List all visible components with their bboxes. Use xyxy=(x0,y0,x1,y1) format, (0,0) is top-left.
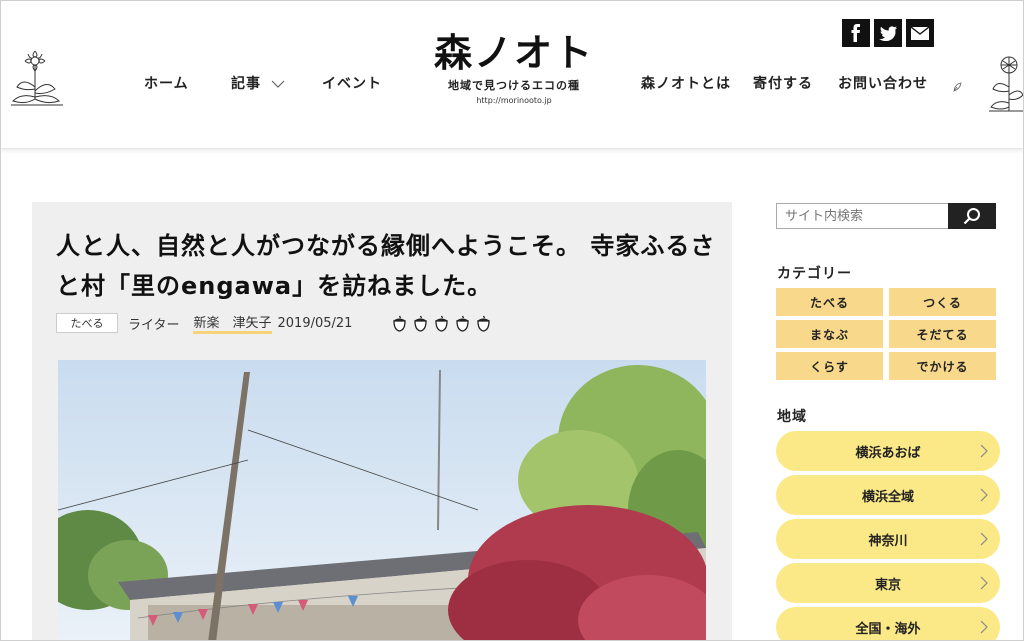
chevron-right-icon xyxy=(980,620,988,634)
category-heading: カテゴリー xyxy=(777,266,852,282)
writer-name-link[interactable]: 新楽 津矢子 xyxy=(193,312,272,334)
chevron-right-icon xyxy=(980,532,988,546)
dandelion-illustration-icon xyxy=(989,56,1023,112)
category-grid: たべる つくる まなぶ そだてる くらす でかける xyxy=(776,288,996,380)
acorn-icon xyxy=(435,315,449,332)
acorn-icon xyxy=(393,315,407,332)
article-title[interactable]: 人と人、自然と人がつながる縁側へようこそ。 寺家ふるさと村「里のengawa」を… xyxy=(56,226,716,306)
nav-contact[interactable]: お問い合わせ xyxy=(838,73,928,93)
facebook-icon xyxy=(851,24,860,42)
publish-date: 2019/05/21 xyxy=(277,315,353,331)
region-yokohama-all[interactable]: 横浜全域 xyxy=(776,475,1000,515)
region-tokyo[interactable]: 東京 xyxy=(776,563,1000,603)
nav-donate[interactable]: 寄付する xyxy=(753,73,813,93)
acorn-rating xyxy=(390,315,493,332)
acorn-icon xyxy=(414,315,428,332)
search-button[interactable] xyxy=(948,203,996,229)
chevron-right-icon xyxy=(980,488,988,502)
region-nationwide-overseas[interactable]: 全国・海外 xyxy=(776,607,1000,640)
region-label: 横浜あおば xyxy=(855,445,921,461)
logo-title: 森ノオト xyxy=(433,31,594,75)
article-card: 人と人、自然と人がつながる縁側へようこそ。 寺家ふるさと村「里のengawa」を… xyxy=(32,202,732,640)
flower-illustration-icon xyxy=(11,50,63,106)
village-photo xyxy=(58,360,706,640)
category-badge[interactable]: たべる xyxy=(56,313,118,333)
nav-about[interactable]: 森ノオトとは xyxy=(641,73,731,93)
leaf-icon xyxy=(953,82,962,92)
acorn-icon xyxy=(477,315,491,332)
search-input[interactable] xyxy=(776,203,948,229)
category-sodateru[interactable]: そだてる xyxy=(889,320,996,348)
region-label: 横浜全域 xyxy=(861,489,914,505)
chevron-right-icon xyxy=(980,576,988,590)
nav-events[interactable]: イベント xyxy=(322,73,382,93)
region-kanagawa[interactable]: 神奈川 xyxy=(776,519,1000,559)
mail-button[interactable] xyxy=(906,19,934,47)
category-dekakeru[interactable]: でかける xyxy=(889,352,996,380)
category-kurasu[interactable]: くらす xyxy=(776,352,883,380)
twitter-button[interactable] xyxy=(874,19,902,47)
facebook-button[interactable] xyxy=(842,19,870,47)
region-label: 神奈川 xyxy=(868,533,908,549)
logo-tagline: 地域で見つけるエコの種 xyxy=(448,79,580,92)
site-header: ホーム 記事 イベント 森ノオト 地域で見つけるエコの種 http://mori… xyxy=(1,1,1023,149)
acorn-icon xyxy=(456,315,470,332)
site-search xyxy=(776,203,996,229)
browser-frame: ホーム 記事 イベント 森ノオト 地域で見つけるエコの種 http://mori… xyxy=(0,0,1024,641)
twitter-icon xyxy=(879,25,897,41)
category-manabu[interactable]: まなぶ xyxy=(776,320,883,348)
region-label: 東京 xyxy=(874,577,901,593)
search-icon xyxy=(963,208,980,225)
chevron-down-icon xyxy=(271,80,285,88)
region-heading: 地域 xyxy=(777,409,807,425)
region-label: 全国・海外 xyxy=(855,621,921,637)
nav-home[interactable]: ホーム xyxy=(144,73,189,93)
category-taberu[interactable]: たべる xyxy=(776,288,883,316)
article-meta: たべる ライター 新楽 津矢子 2019/05/21 xyxy=(56,312,493,334)
logo-url: http://morinooto.jp xyxy=(476,96,552,105)
region-list: 横浜あおば 横浜全域 神奈川 東京 全国・海外 xyxy=(776,431,1000,640)
mail-icon xyxy=(911,26,929,40)
nav-articles[interactable]: 記事 xyxy=(231,73,285,93)
category-tsukuru[interactable]: つくる xyxy=(889,288,996,316)
article-hero-image[interactable] xyxy=(58,360,706,640)
region-yokohama-aoba[interactable]: 横浜あおば xyxy=(776,431,1000,471)
chevron-right-icon xyxy=(980,444,988,458)
writer-label: ライター xyxy=(128,317,180,333)
site-logo[interactable]: 森ノオト 地域で見つけるエコの種 http://morinooto.jp xyxy=(419,31,609,105)
nav-articles-label: 記事 xyxy=(231,76,261,92)
